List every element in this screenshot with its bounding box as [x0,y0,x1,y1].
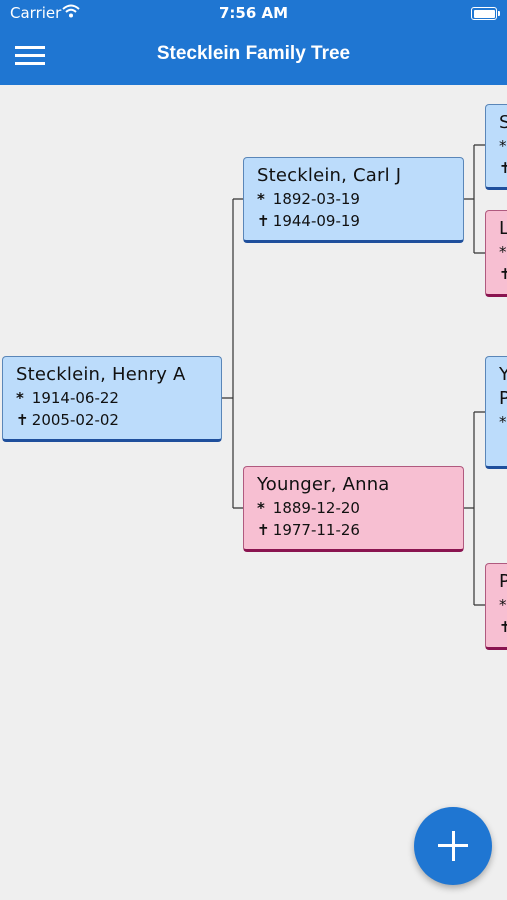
status-bar: Carrier 7:56 AM [0,0,507,26]
person-card-partial-3[interactable]: Y P * [485,356,507,469]
partial-name: L [499,217,507,241]
battery-icon [471,7,500,20]
death-symbol: ✝ [257,212,270,230]
clock: 7:56 AM [218,4,289,22]
person-card-anna[interactable]: Younger, Anna * 1889-12-20 ✝ 1977-11-26 [243,466,464,552]
birth-date: * 1889-12-20 [257,497,450,519]
partial-death: ✝ [499,616,507,638]
person-card-partial-4[interactable]: P * ✝ [485,563,507,650]
partial-name: S [499,111,507,135]
partial-death: ✝ [499,263,507,285]
person-card-henry[interactable]: Stecklein, Henry A * 1914-06-22 ✝ 2005-0… [2,356,222,442]
partial-name-line2: P [499,387,507,411]
birth-date-value: 1892-03-19 [272,190,360,208]
add-person-button[interactable] [414,807,492,885]
person-name: Stecklein, Henry A [16,364,186,385]
partial-birth: * [499,243,507,261]
death-date: ✝ 1944-09-19 [257,210,450,232]
partial-death: ✝ [499,157,507,179]
person-card-partial-1[interactable]: S * ✝ [485,104,507,190]
birth-symbol: * [257,499,265,517]
birth-symbol: * [257,190,265,208]
partial-birth: * [499,137,507,155]
person-name: Younger, Anna [257,474,390,495]
partial-birth: * [499,413,507,431]
death-date-value: 1977-11-26 [272,521,360,539]
family-tree-canvas[interactable]: Stecklein, Henry A * 1914-06-22 ✝ 2005-0… [0,85,507,900]
person-name: Stecklein, Carl J [257,165,402,186]
partial-name: Y [499,363,507,387]
birth-date-value: 1914-06-22 [31,389,119,407]
person-card-partial-2[interactable]: L * ✝ [485,210,507,297]
death-date: ✝ 1977-11-26 [257,519,450,541]
death-date: ✝ 2005-02-02 [16,409,208,431]
death-symbol: ✝ [16,411,29,429]
person-card-carl[interactable]: Stecklein, Carl J * 1892-03-19 ✝ 1944-09… [243,157,464,243]
birth-date: * 1892-03-19 [257,188,450,210]
death-date-value: 2005-02-02 [31,411,119,429]
birth-symbol: * [16,389,24,407]
death-date-value: 1944-09-19 [272,212,360,230]
page-title: Stecklein Family Tree [156,43,351,64]
partial-birth: * [499,596,507,614]
death-symbol: ✝ [257,521,270,539]
birth-date: * 1914-06-22 [16,387,208,409]
birth-date-value: 1889-12-20 [272,499,360,517]
partial-name: P [499,570,507,594]
nav-bar: Stecklein Family Tree [0,26,507,85]
